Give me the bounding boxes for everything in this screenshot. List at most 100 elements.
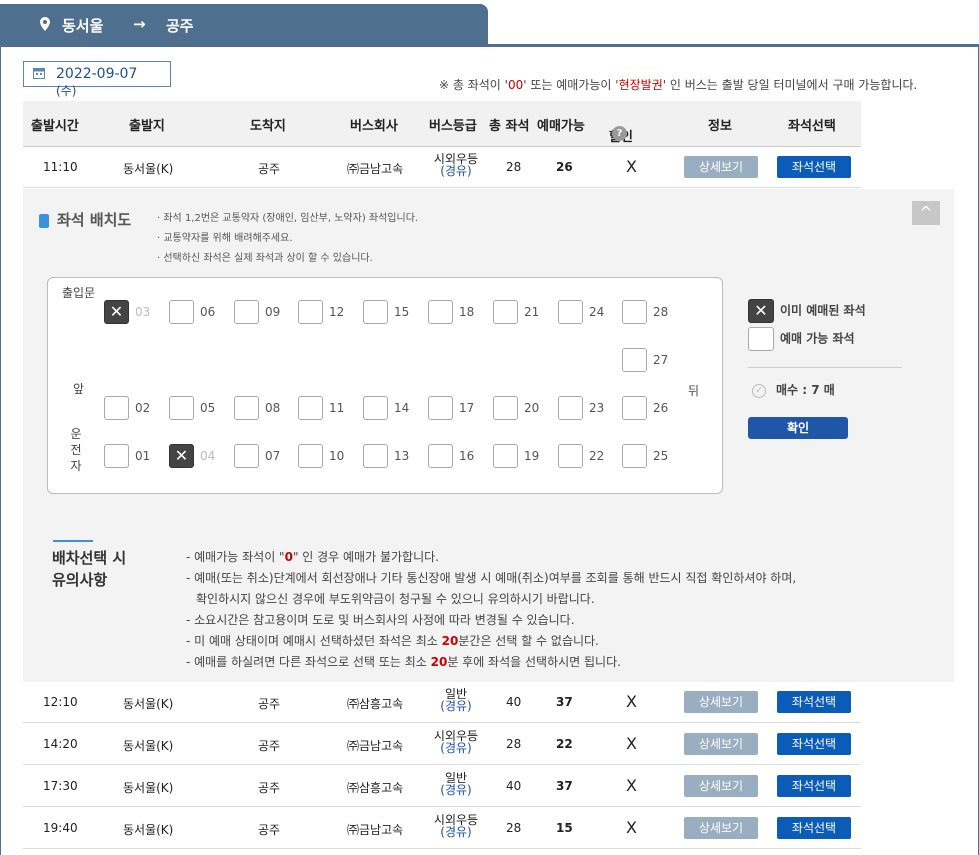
row-company: ㈜금남고속 — [347, 739, 404, 753]
row-to: 공주 — [258, 162, 281, 176]
seat-09[interactable]: 09 — [234, 300, 300, 326]
seat-box[interactable] — [234, 396, 259, 420]
front-label: 앞 — [73, 382, 85, 396]
seat-box[interactable] — [104, 444, 129, 468]
seat-02[interactable]: 02 — [104, 396, 170, 422]
legend-booked: ✕ 이미 예매된 좌석 — [748, 299, 866, 323]
seat-box[interactable] — [104, 396, 129, 420]
detail-button[interactable]: 상세보기 — [684, 156, 758, 178]
detail-button[interactable]: 상세보기 — [684, 733, 758, 755]
route-from: 동서울 — [62, 17, 104, 35]
seat-box[interactable] — [234, 300, 259, 324]
seat-21[interactable]: 21 — [493, 300, 559, 326]
seat-box[interactable] — [298, 300, 323, 324]
seat-box[interactable] — [622, 348, 647, 372]
help-icon[interactable]: ? — [612, 126, 627, 141]
seat-27[interactable]: 27 — [622, 348, 688, 374]
col-time: 출발시간 — [31, 119, 79, 134]
row-discount: X — [626, 692, 637, 711]
seat-28[interactable]: 28 — [622, 300, 688, 326]
route-tab: 동서울 → 공주 — [0, 4, 488, 44]
seat-05[interactable]: 05 — [169, 396, 235, 422]
confirm-button[interactable]: 확인 — [748, 417, 848, 439]
seat-box[interactable] — [363, 300, 388, 324]
seat-select-button[interactable]: 좌석선택 — [777, 156, 851, 178]
seat-box[interactable] — [558, 444, 583, 468]
row-discount: X — [626, 734, 637, 753]
seat-25[interactable]: 25 — [622, 444, 688, 470]
seat-box[interactable] — [493, 444, 518, 468]
seat-number: 18 — [459, 305, 475, 319]
row-grade: 일반 (경유) — [440, 771, 472, 797]
seat-number: 21 — [524, 305, 540, 319]
date-picker[interactable]: 2022-09-07 (수) — [23, 61, 171, 98]
purchase-notice: ※ 총 좌석이 '00' 또는 예매가능이 '현장발권' 인 버스는 출발 당일… — [439, 78, 918, 92]
seat-11[interactable]: 11 — [298, 396, 364, 422]
seat-number: 14 — [394, 401, 410, 415]
row-time: 12:10 — [43, 695, 78, 709]
seat-box[interactable] — [493, 396, 518, 420]
seat-select-button[interactable]: 좌석선택 — [777, 691, 851, 713]
seat-number: 09 — [265, 305, 281, 319]
seat-22[interactable]: 22 — [558, 444, 624, 470]
table-row: 17:30 동서울(K) 공주 ㈜삼흥고속 일반 (경유) 40 37 X 상세보기 좌석선택 — [23, 766, 861, 807]
seat-box[interactable] — [493, 300, 518, 324]
seat-20[interactable]: 20 — [493, 396, 559, 422]
detail-button[interactable]: 상세보기 — [684, 691, 758, 713]
seat-box[interactable] — [622, 300, 647, 324]
seat-19[interactable]: 19 — [493, 444, 559, 470]
seat-12[interactable]: 12 — [298, 300, 364, 326]
seat-select-button[interactable]: 좌석선택 — [777, 817, 851, 839]
caution-title: 배차선택 시 유의사항 — [52, 549, 127, 589]
detail-button[interactable]: 상세보기 — [684, 775, 758, 797]
seat-box[interactable] — [298, 444, 323, 468]
seat-map-title: 좌석 배치도 — [39, 209, 131, 230]
seat-08[interactable]: 08 — [234, 396, 300, 422]
seat-16[interactable]: 16 — [428, 444, 494, 470]
col-from: 출발지 — [129, 119, 165, 134]
seat-23[interactable]: 23 — [558, 396, 624, 422]
seat-box[interactable] — [622, 396, 647, 420]
collapse-icon[interactable]: ^ — [912, 201, 940, 225]
seat-24[interactable]: 24 — [558, 300, 624, 326]
seat-box[interactable] — [558, 396, 583, 420]
seat-15[interactable]: 15 — [363, 300, 429, 326]
seat-07[interactable]: 07 — [234, 444, 300, 470]
seat-03: ✕ 03 — [104, 300, 170, 326]
seat-14[interactable]: 14 — [363, 396, 429, 422]
seat-box[interactable] — [428, 300, 453, 324]
col-info: 정보 — [708, 119, 732, 134]
row-time: 19:40 — [43, 821, 78, 835]
seat-26[interactable]: 26 — [622, 396, 688, 422]
row-to: 공주 — [258, 781, 281, 795]
col-grade: 버스등급 — [429, 119, 477, 134]
seat-box[interactable] — [558, 300, 583, 324]
seat-box[interactable] — [428, 444, 453, 468]
date-value: 2022-09-07 — [56, 66, 138, 82]
seat-select-button[interactable]: 좌석선택 — [777, 733, 851, 755]
seat-box[interactable] — [234, 444, 259, 468]
seat-06[interactable]: 06 — [169, 300, 235, 326]
seat-box[interactable] — [169, 396, 194, 420]
row-to: 공주 — [258, 823, 281, 837]
seat-box[interactable] — [622, 444, 647, 468]
seat-17[interactable]: 17 — [428, 396, 494, 422]
legend-available: 예매 가능 좌석 — [748, 327, 855, 351]
table-row: 19:40 동서울(K) 공주 ㈜금남고속 시외우등 (경유) 28 15 X 상세보기 좌석선택 — [23, 808, 861, 849]
seat-box[interactable] — [428, 396, 453, 420]
seat-box[interactable] — [363, 396, 388, 420]
row-total: 28 — [506, 821, 522, 835]
row-time: 17:30 — [43, 779, 78, 793]
seat-13[interactable]: 13 — [363, 444, 429, 470]
seat-18[interactable]: 18 — [428, 300, 494, 326]
seat-box[interactable] — [363, 444, 388, 468]
seat-number: 08 — [265, 401, 281, 415]
detail-button[interactable]: 상세보기 — [684, 817, 758, 839]
seat-box[interactable] — [169, 300, 194, 324]
calendar-icon[interactable] — [33, 67, 45, 83]
seat-01[interactable]: 01 — [104, 444, 170, 470]
seat-number: 05 — [200, 401, 216, 415]
seat-10[interactable]: 10 — [298, 444, 364, 470]
seat-select-button[interactable]: 좌석선택 — [777, 775, 851, 797]
seat-box[interactable] — [298, 396, 323, 420]
